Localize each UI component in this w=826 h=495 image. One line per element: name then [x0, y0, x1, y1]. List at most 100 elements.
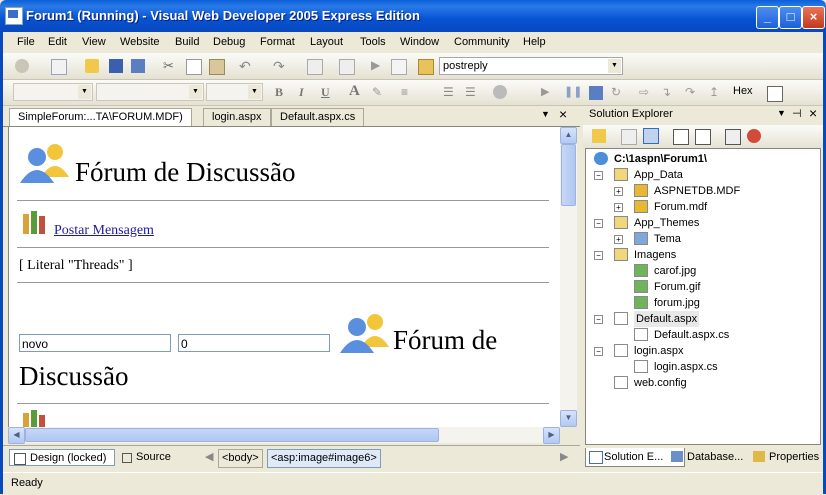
- open-icon[interactable]: [85, 59, 99, 73]
- find-in-files-icon[interactable]: [418, 59, 434, 75]
- tree-item[interactable]: login.aspx.cs: [654, 359, 718, 375]
- underline-button[interactable]: U: [321, 85, 330, 100]
- maximize-button[interactable]: □: [779, 6, 802, 29]
- crumb-prev-icon[interactable]: ◀: [205, 449, 213, 466]
- tree-root[interactable]: C:\1aspn\Forum1\: [614, 151, 707, 167]
- chevron-down-icon[interactable]: ▼: [248, 85, 261, 99]
- tree-item[interactable]: Imagens: [634, 247, 676, 263]
- view-designer-icon[interactable]: [695, 129, 711, 145]
- count-input-field[interactable]: 0: [178, 334, 330, 352]
- tree-item[interactable]: Forum.gif: [654, 279, 700, 295]
- add-item-icon[interactable]: [51, 59, 67, 75]
- forum-logo-icon[interactable]: [337, 309, 393, 353]
- scroll-right-icon[interactable]: ▶: [543, 427, 560, 444]
- tree-item[interactable]: Forum.mdf: [654, 199, 707, 215]
- tree-item[interactable]: App_Data: [634, 167, 683, 183]
- design-surface[interactable]: Fórum de Discussão Postar Mensagem [ Lit…: [8, 127, 561, 427]
- asp-net-configuration-icon[interactable]: [747, 129, 761, 143]
- menu-edit[interactable]: Edit: [48, 36, 67, 48]
- stop-debug-icon[interactable]: [589, 86, 603, 100]
- tab-default-aspx-cs[interactable]: Default.aspx.cs: [271, 108, 365, 126]
- view-in-browser-icon[interactable]: [391, 59, 407, 75]
- collapse-icon[interactable]: −: [594, 219, 603, 228]
- crumb-next-icon[interactable]: ▶: [560, 449, 568, 466]
- post-message-icon[interactable]: [19, 409, 53, 427]
- forum-logo-icon[interactable]: [17, 137, 73, 185]
- auto-hide-pin-icon[interactable]: ⊣: [792, 107, 802, 120]
- collapse-icon[interactable]: −: [594, 347, 603, 356]
- scroll-down-icon[interactable]: ▼: [560, 410, 577, 427]
- hex-toggle[interactable]: Hex: [733, 85, 753, 97]
- start-debug-icon[interactable]: ▶: [371, 58, 385, 72]
- source-view-button[interactable]: Source: [119, 449, 171, 466]
- menu-community[interactable]: Community: [454, 36, 510, 48]
- tag-crumb-body[interactable]: <body>: [218, 449, 263, 468]
- tree-item[interactable]: carof.jpg: [654, 263, 696, 279]
- continue-icon[interactable]: ▶: [541, 85, 555, 99]
- show-next-statement-icon[interactable]: ⇨: [639, 85, 653, 99]
- scroll-left-icon[interactable]: ◀: [8, 427, 25, 444]
- nest-related-files-icon[interactable]: [643, 128, 659, 144]
- active-files-dropdown-icon[interactable]: ▼: [541, 109, 550, 119]
- new-input-field[interactable]: novo: [19, 334, 171, 352]
- tree-item[interactable]: forum.jpg: [654, 295, 700, 311]
- tree-item[interactable]: login.aspx: [634, 343, 684, 359]
- design-view-button[interactable]: Design (locked): [9, 449, 115, 466]
- new-project-icon[interactable]: [15, 59, 29, 73]
- breakpoints-window-icon[interactable]: [767, 86, 783, 102]
- foreground-color-button[interactable]: A: [349, 83, 360, 100]
- expand-icon[interactable]: +: [614, 187, 623, 196]
- step-into-icon[interactable]: ↴: [661, 85, 675, 99]
- cut-icon[interactable]: ✂: [163, 59, 177, 73]
- hyperlink-icon[interactable]: [493, 85, 507, 99]
- vertical-scrollbar[interactable]: ▲ ▼: [560, 127, 577, 427]
- minimize-button[interactable]: _: [756, 6, 779, 29]
- tree-item[interactable]: App_Themes: [634, 215, 699, 231]
- tab-forum-mdf[interactable]: SimpleForum:...TA\FORUM.MDF): [9, 108, 192, 126]
- post-message-icon[interactable]: [19, 208, 53, 236]
- save-icon[interactable]: [109, 59, 123, 73]
- tag-crumb-image[interactable]: <asp:image#image6>: [267, 449, 381, 468]
- app-icon[interactable]: [5, 7, 23, 25]
- chevron-down-icon[interactable]: ▼: [78, 85, 91, 99]
- menu-help[interactable]: Help: [523, 36, 546, 48]
- tree-item[interactable]: Tema: [654, 231, 681, 247]
- undo-icon[interactable]: ↶: [239, 58, 253, 74]
- font-name-combo[interactable]: ▼: [96, 83, 204, 101]
- solution-tree[interactable]: C:\1aspn\Forum1\ − App_Data + ASPNETDB.MDF +…: [585, 148, 821, 445]
- vertical-scroll-thumb[interactable]: [561, 144, 576, 206]
- tree-item[interactable]: ASPNETDB.MDF: [654, 183, 740, 199]
- step-out-icon[interactable]: ↥: [709, 85, 723, 99]
- horizontal-scroll-thumb[interactable]: [25, 428, 439, 442]
- menu-file[interactable]: File: [17, 36, 35, 48]
- scroll-up-icon[interactable]: ▲: [560, 127, 577, 144]
- numbering-icon[interactable]: ☰: [465, 85, 479, 99]
- menu-window[interactable]: Window: [400, 36, 439, 48]
- save-all-icon[interactable]: [131, 59, 145, 73]
- tab-database-explorer[interactable]: Database...: [669, 448, 743, 466]
- bullets-icon[interactable]: ☰: [443, 85, 457, 99]
- step-over-icon[interactable]: ↷: [685, 85, 699, 99]
- menu-format[interactable]: Format: [260, 36, 295, 48]
- redo-icon[interactable]: ↷: [273, 58, 287, 74]
- horizontal-scrollbar[interactable]: ◀ ▶: [8, 427, 560, 444]
- paste-icon[interactable]: [209, 59, 225, 75]
- tree-item[interactable]: web.config: [634, 375, 687, 391]
- close-button[interactable]: ×: [802, 6, 825, 29]
- collapse-icon[interactable]: −: [594, 171, 603, 180]
- block-format-combo[interactable]: ▼: [13, 83, 93, 101]
- expand-icon[interactable]: +: [614, 203, 623, 212]
- italic-button[interactable]: I: [299, 85, 304, 100]
- close-pane-icon[interactable]: ×: [809, 105, 817, 121]
- menu-layout[interactable]: Layout: [310, 36, 343, 48]
- copy-icon[interactable]: [186, 59, 202, 75]
- tab-properties[interactable]: Properties: [751, 448, 819, 466]
- navigate-forward-icon[interactable]: [339, 59, 355, 75]
- justify-icon[interactable]: ≡: [401, 85, 415, 99]
- tab-login-aspx[interactable]: login.aspx: [203, 108, 271, 126]
- menu-website[interactable]: Website: [120, 36, 160, 48]
- collapse-icon[interactable]: −: [594, 315, 603, 324]
- bold-button[interactable]: B: [275, 85, 283, 100]
- properties-icon[interactable]: [592, 129, 606, 143]
- chevron-down-icon[interactable]: ▼: [608, 59, 621, 73]
